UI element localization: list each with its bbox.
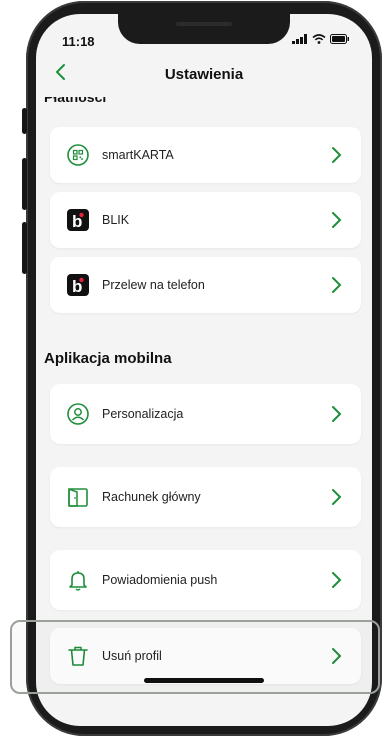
menu-item-smartkarta[interactable]: smartKARTA	[50, 127, 361, 183]
chevron-right-icon	[332, 147, 342, 163]
menu-item-label: Personalizacja	[102, 407, 184, 421]
wifi-icon	[312, 34, 326, 44]
menu-item-personalizacja[interactable]: Personalizacja	[50, 384, 361, 444]
menu-item-label: BLIK	[102, 213, 130, 227]
section-title-mobile-app: Aplikacja mobilna	[44, 350, 172, 367]
chevron-right-icon	[332, 277, 342, 293]
account-door-icon	[68, 487, 88, 507]
menu-item-powiadomienia-push[interactable]: Powiadomienia push	[50, 550, 361, 610]
menu-item-label: Przelew na telefon	[102, 278, 205, 292]
bell-icon	[69, 571, 87, 591]
menu-item-blik[interactable]: b BLIK	[50, 192, 361, 248]
chevron-right-icon	[332, 572, 342, 588]
user-circle-icon	[67, 403, 89, 425]
chevron-right-icon	[332, 212, 342, 228]
blik-logo-icon: b	[67, 209, 89, 231]
page-title: Ustawienia	[164, 66, 244, 83]
menu-item-label: smartKARTA	[102, 148, 174, 162]
chevron-right-icon	[332, 406, 342, 422]
menu-item-rachunek-glowny[interactable]: Rachunek główny	[50, 467, 361, 527]
battery-icon	[330, 34, 349, 44]
menu-item-label: Powiadomienia push	[102, 573, 218, 587]
blik-logo-icon: b	[67, 274, 89, 296]
phone-volume-up-button	[22, 158, 27, 210]
menu-item-label: Rachunek główny	[102, 490, 201, 504]
signal-icon	[292, 34, 307, 44]
chevron-right-icon	[332, 489, 342, 505]
phone-mute-switch	[22, 108, 27, 134]
status-icons	[292, 34, 350, 44]
menu-item-przelew-na-telefon[interactable]: b Przelew na telefon	[50, 257, 361, 313]
highlight-frame	[10, 620, 380, 694]
status-time: 11:18	[62, 34, 95, 49]
qr-card-icon	[67, 144, 89, 166]
section-title-payments: Płatności	[44, 97, 107, 105]
phone-volume-down-button	[22, 222, 27, 274]
notch	[118, 14, 290, 44]
